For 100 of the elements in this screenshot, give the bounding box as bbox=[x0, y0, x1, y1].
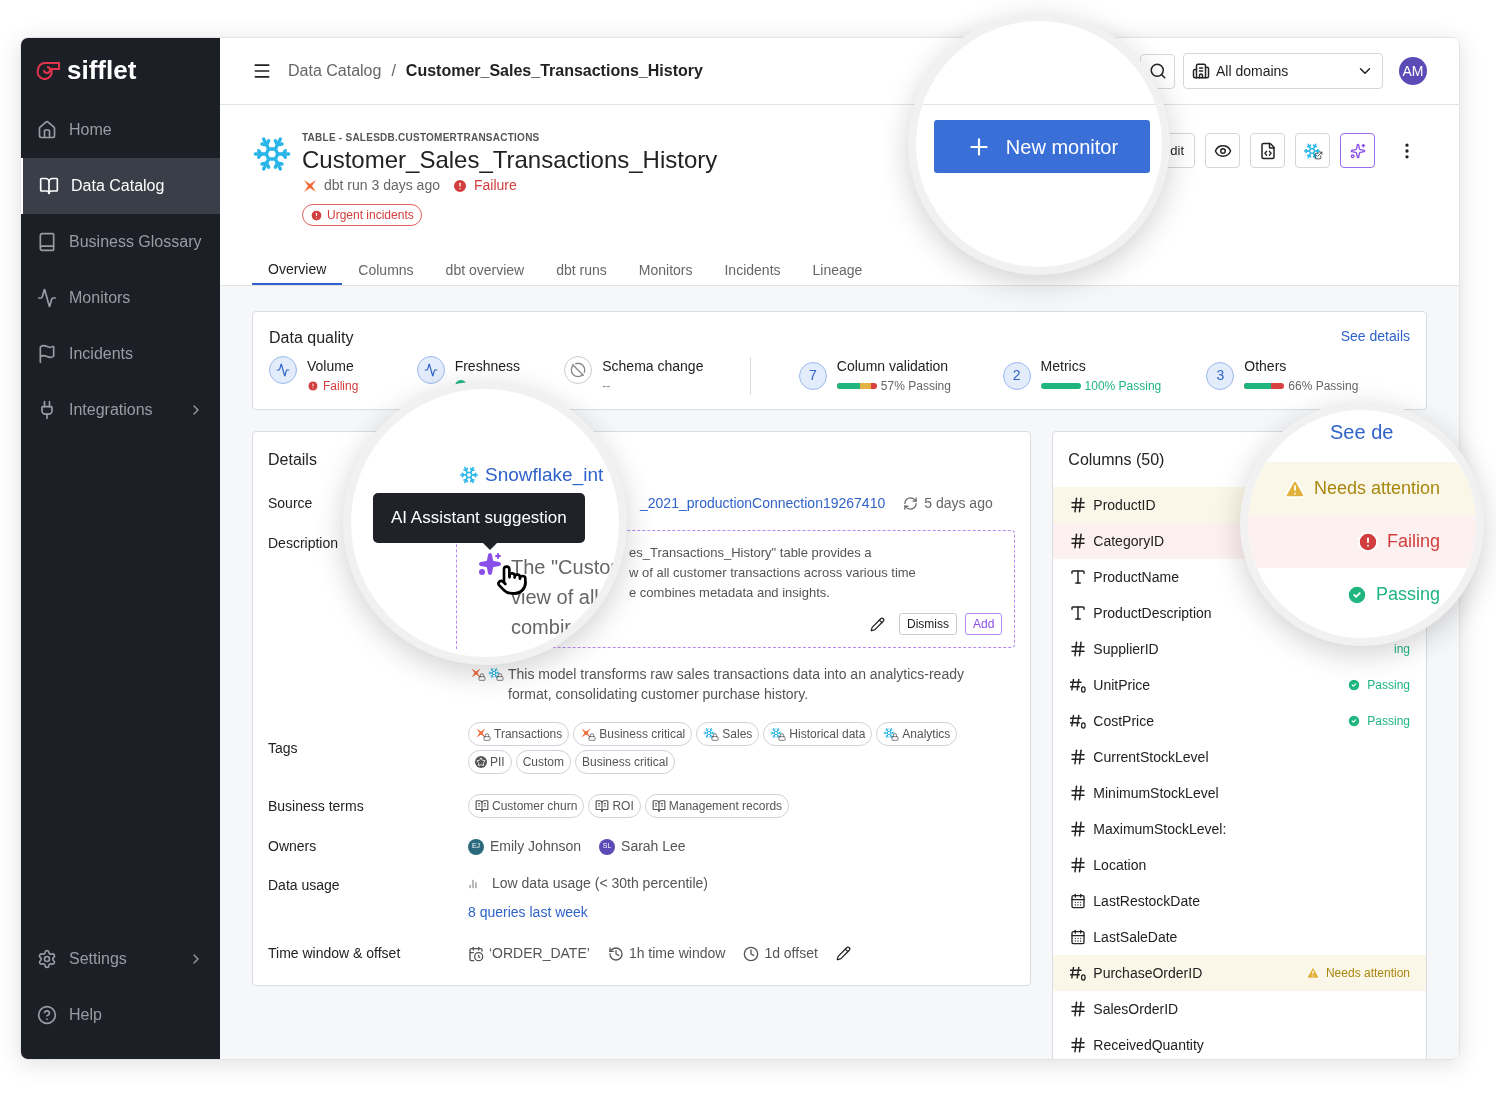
check-icon bbox=[1347, 714, 1362, 728]
sidebar-item[interactable]: Settings bbox=[21, 931, 220, 987]
tag-chip[interactable]: Historical data bbox=[763, 722, 873, 746]
tab[interactable]: Columns bbox=[342, 255, 430, 285]
column-name: UnitPrice bbox=[1093, 675, 1151, 695]
tooltip-pointer-icon bbox=[482, 542, 498, 550]
ai-assistant-button[interactable] bbox=[1340, 133, 1375, 168]
column-status: ing bbox=[1394, 641, 1410, 658]
hash-icon bbox=[1069, 748, 1088, 766]
sql-button[interactable] bbox=[1250, 133, 1285, 168]
snowflake-link-button[interactable] bbox=[1295, 133, 1330, 168]
sidebar-item[interactable]: Help bbox=[21, 987, 220, 1043]
run-info: dbt run 3 days ago bbox=[324, 176, 440, 195]
snowflake-external-icon bbox=[1302, 141, 1323, 160]
tab[interactable]: dbt overview bbox=[429, 255, 541, 285]
tab[interactable]: Overview bbox=[252, 255, 343, 285]
queries-link[interactable]: 8 queries last week bbox=[468, 902, 708, 923]
field-label: Source bbox=[268, 493, 314, 513]
activity-chart-icon bbox=[37, 288, 57, 308]
source-link[interactable]: Snowflake_int bbox=[485, 461, 604, 490]
asset-title: Customer_Sales_Transactions_History bbox=[302, 145, 718, 175]
field-label: Business terms bbox=[268, 796, 365, 816]
tag-chip[interactable]: Business critical bbox=[575, 750, 676, 774]
hash-icon bbox=[1069, 784, 1088, 802]
summary-name: Metrics bbox=[1040, 357, 1087, 376]
column-row[interactable]: SalesOrderID bbox=[1053, 991, 1426, 1027]
time-field: ‘ORDER_DATE’ bbox=[489, 943, 590, 964]
hash-icon bbox=[1069, 1036, 1088, 1054]
add-button[interactable]: Add bbox=[964, 613, 1003, 635]
column-row[interactable]: CostPrice Passing bbox=[1053, 703, 1426, 739]
dismiss-button[interactable]: Dismiss bbox=[898, 613, 957, 635]
passing-bar bbox=[836, 383, 877, 389]
column-row[interactable]: UnitPrice Passing bbox=[1053, 667, 1426, 703]
count-badge: 2 bbox=[1002, 361, 1031, 390]
column-row[interactable]: CurrentStockLevel bbox=[1053, 739, 1426, 775]
preview-button[interactable] bbox=[1205, 133, 1240, 168]
column-row[interactable]: Location bbox=[1053, 847, 1426, 883]
tab[interactable]: dbt runs bbox=[540, 255, 623, 285]
tag-chip[interactable]: Transactions bbox=[468, 722, 570, 746]
column-name: ProductName bbox=[1093, 567, 1179, 587]
summary-name: Column validation bbox=[836, 357, 950, 376]
clock-icon bbox=[743, 945, 760, 962]
domain-select[interactable]: All domains bbox=[1183, 53, 1383, 89]
column-row[interactable]: MaximumStockLevel: bbox=[1053, 811, 1426, 847]
column-row[interactable]: LastSaleDate bbox=[1053, 919, 1426, 955]
source-link[interactable]: _2021_productionConnection19267410 bbox=[640, 492, 886, 514]
column-name: MinimumStockLevel bbox=[1093, 783, 1219, 803]
tag-chip[interactable]: Analytics bbox=[876, 722, 958, 746]
time-offset: 1d offset bbox=[764, 944, 818, 963]
tab[interactable]: Lineage bbox=[796, 255, 879, 285]
breadcrumb-current: Customer_Sales_Transactions_History bbox=[405, 61, 703, 81]
see-details-link[interactable]: See details bbox=[1340, 326, 1410, 350]
sidebar-item[interactable]: Home bbox=[21, 102, 220, 158]
sync-icon bbox=[903, 495, 919, 511]
logo-text: sifflet bbox=[67, 53, 137, 87]
passing-bar bbox=[1244, 383, 1285, 389]
column-name: LastRestockDate bbox=[1093, 891, 1200, 911]
menu-icon[interactable] bbox=[252, 61, 272, 81]
breadcrumb-separator: / bbox=[391, 61, 396, 81]
column-status: Passing bbox=[1367, 677, 1410, 694]
column-row[interactable]: PurchaseOrderID Needs attention bbox=[1053, 955, 1426, 991]
column-name: ReceivedQuantity bbox=[1093, 1035, 1204, 1055]
column-name: LastSaleDate bbox=[1093, 927, 1178, 947]
tag-chip[interactable]: Management records bbox=[644, 794, 790, 818]
tag-chip[interactable]: ROI bbox=[588, 794, 641, 818]
column-row[interactable]: LastRestockDate bbox=[1053, 883, 1426, 919]
snowflake-lock-icon bbox=[703, 727, 720, 741]
hash-icon bbox=[1069, 532, 1088, 550]
calendar-icon bbox=[1070, 893, 1087, 909]
new-monitor-button[interactable]: New monitor bbox=[934, 120, 1150, 173]
tag-chip[interactable]: Business critical bbox=[573, 722, 693, 746]
sidebar-item[interactable]: Data Catalog bbox=[21, 158, 220, 214]
tag-chip[interactable]: Customer churn bbox=[468, 794, 585, 818]
tag-chip[interactable]: Sales bbox=[696, 722, 760, 746]
text-type-icon bbox=[1069, 604, 1088, 622]
tab[interactable]: Incidents bbox=[708, 255, 797, 285]
tab[interactable]: Monitors bbox=[622, 255, 709, 285]
column-row[interactable]: ReceivedQuantity bbox=[1053, 1027, 1426, 1059]
warning-icon bbox=[1305, 966, 1320, 980]
hash-icon bbox=[1069, 640, 1088, 658]
edit-icon[interactable] bbox=[835, 946, 851, 961]
column-row[interactable]: MinimumStockLevel bbox=[1053, 775, 1426, 811]
sidebar-item[interactable]: Business Glossary bbox=[21, 214, 220, 270]
card-title: Columns (50) bbox=[1068, 451, 1165, 468]
sidebar-item[interactable]: Integrations bbox=[21, 382, 220, 438]
owner-name: Emily Johnson bbox=[490, 837, 582, 856]
asset-type-label: TABLE - SALESDB.CUSTOMERTRANSACTIONS bbox=[302, 131, 540, 145]
monitor-chart-icon bbox=[416, 356, 445, 384]
sidebar-item[interactable]: Incidents bbox=[21, 326, 220, 382]
tag-chip[interactable]: Custom bbox=[515, 750, 571, 774]
summary-reading: 100% Passing bbox=[1084, 378, 1162, 395]
see-details-link[interactable]: See de bbox=[1330, 420, 1394, 444]
hash-icon bbox=[1069, 496, 1088, 514]
tag-chip[interactable]: PII bbox=[468, 750, 512, 774]
avatar[interactable]: AM bbox=[1399, 57, 1427, 85]
edit-icon[interactable] bbox=[869, 616, 885, 632]
sidebar-item[interactable]: Monitors bbox=[21, 270, 220, 326]
breadcrumb-link[interactable]: Data Catalog bbox=[288, 59, 382, 83]
suggestion-text: es_Transactions_History" table provides a bbox=[629, 544, 873, 562]
field-label: Tags bbox=[268, 738, 299, 758]
